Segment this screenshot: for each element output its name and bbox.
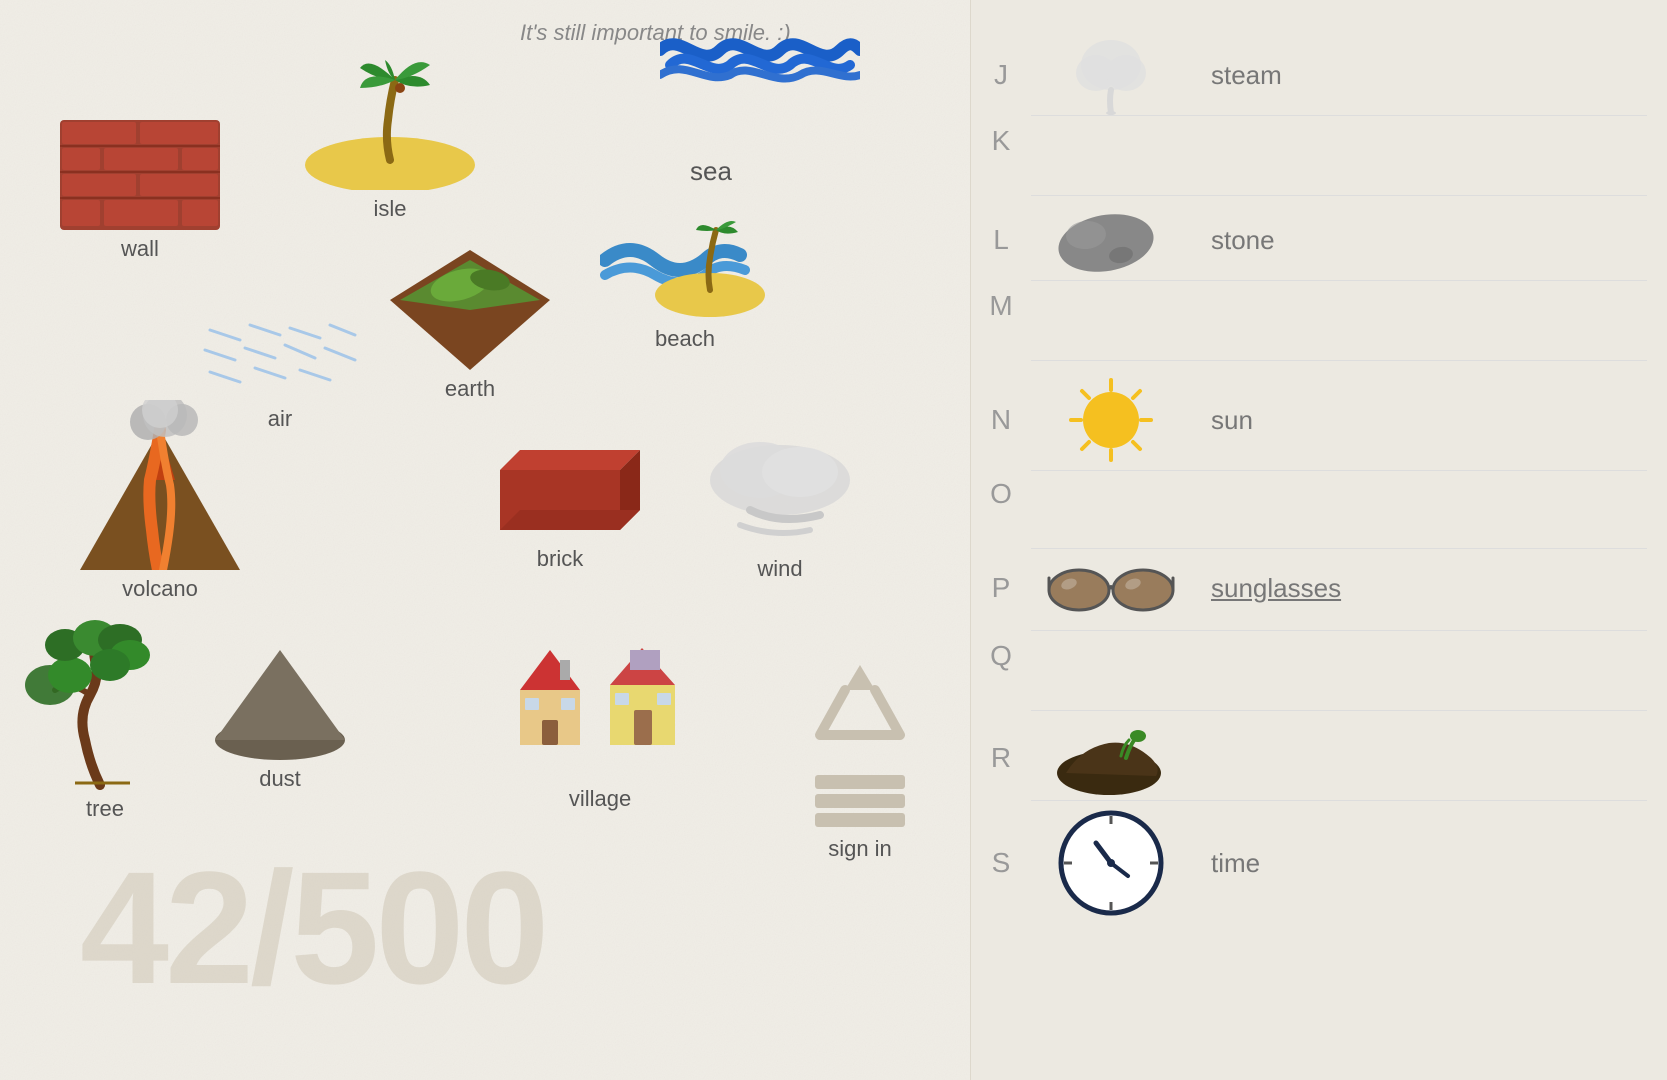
divider-p bbox=[1031, 630, 1647, 631]
wall-icon bbox=[60, 120, 220, 230]
sunglasses-label: sunglasses bbox=[1191, 573, 1341, 604]
volcano-label: volcano bbox=[122, 576, 198, 602]
divider-j bbox=[1031, 115, 1647, 116]
sea-item: sea bbox=[690, 150, 732, 187]
sidebar-row-r: R bbox=[971, 718, 1667, 798]
score-display: 42/500 bbox=[80, 836, 545, 1020]
wave-icon bbox=[660, 10, 860, 90]
tree-icon bbox=[20, 620, 190, 790]
wind-item: wind bbox=[700, 430, 860, 582]
earth-item: earth bbox=[390, 230, 550, 402]
sidebar-letter-p: P bbox=[971, 572, 1031, 604]
sidebar-letter-j: J bbox=[971, 59, 1031, 91]
sidebar-icon-sunglasses bbox=[1031, 558, 1191, 618]
sidebar-icon-sun bbox=[1031, 370, 1191, 470]
sun-label: sun bbox=[1191, 405, 1253, 436]
divider-n bbox=[1031, 470, 1647, 471]
tree-label: tree bbox=[86, 796, 124, 822]
sidebar-letter-q: Q bbox=[971, 640, 1031, 672]
sidebar-letter-l: L bbox=[971, 224, 1031, 256]
time-label: time bbox=[1191, 848, 1260, 879]
signin-item: sign in bbox=[800, 650, 920, 862]
time-icon bbox=[1056, 808, 1166, 918]
sidebar-icon-time bbox=[1031, 808, 1191, 918]
sidebar-row-j: J steam bbox=[971, 35, 1667, 115]
volcano-item: volcano bbox=[70, 400, 250, 602]
tree-item: tree bbox=[20, 620, 190, 822]
wall-label: wall bbox=[121, 236, 159, 262]
brick-label: brick bbox=[537, 546, 583, 572]
sidebar-letter-k: K bbox=[971, 125, 1031, 157]
wall-item: wall bbox=[60, 120, 220, 262]
village-label: village bbox=[569, 786, 631, 812]
sidebar-letter-n: N bbox=[971, 404, 1031, 436]
beach-item: beach bbox=[600, 200, 770, 352]
divider-r bbox=[1031, 800, 1647, 801]
menu-lines-icon bbox=[810, 770, 910, 830]
divider-q bbox=[1031, 710, 1647, 711]
sidebar-row-s: S time bbox=[971, 808, 1667, 918]
sea-label: sea bbox=[690, 156, 732, 187]
signin-label: sign in bbox=[828, 836, 892, 862]
sidebar-row-m: M bbox=[971, 290, 1667, 322]
brick-item: brick bbox=[480, 440, 640, 572]
recycle-icon bbox=[800, 650, 920, 770]
wave-item bbox=[660, 10, 860, 106]
steam-icon bbox=[1061, 35, 1161, 115]
sunglasses-icon bbox=[1041, 558, 1181, 618]
isle-label: isle bbox=[373, 196, 406, 222]
sidebar-row-o: O bbox=[971, 478, 1667, 510]
sidebar-row-k: K bbox=[971, 125, 1667, 157]
sidebar-row-q: Q bbox=[971, 640, 1667, 672]
steam-label: steam bbox=[1191, 60, 1282, 91]
sidebar-row-p: P sunglasses bbox=[971, 558, 1667, 618]
isle-icon bbox=[300, 60, 480, 190]
air-icon bbox=[200, 320, 360, 400]
stone-label: stone bbox=[1191, 225, 1275, 256]
divider-o bbox=[1031, 548, 1647, 549]
isle-item: isle bbox=[300, 60, 480, 222]
sidebar-letter-r: R bbox=[971, 742, 1031, 774]
sidebar-icon-swamp bbox=[1031, 718, 1191, 798]
village-item: village bbox=[500, 620, 700, 812]
swamp-icon bbox=[1051, 718, 1171, 798]
sidebar-letter-s: S bbox=[971, 847, 1031, 879]
sidebar-letter-o: O bbox=[971, 478, 1031, 510]
sidebar: J steam K L bbox=[970, 0, 1667, 1080]
dust-label: dust bbox=[259, 766, 301, 792]
air-label: air bbox=[268, 406, 292, 432]
dust-icon bbox=[210, 640, 350, 760]
brick-icon bbox=[480, 440, 640, 540]
dust-item: dust bbox=[210, 640, 350, 792]
beach-icon bbox=[600, 200, 770, 320]
divider-l bbox=[1031, 280, 1647, 281]
divider-m bbox=[1031, 360, 1647, 361]
stone-icon bbox=[1056, 205, 1166, 275]
main-area: It's still important to smile. :) bbox=[0, 0, 970, 1080]
sidebar-icon-stone bbox=[1031, 205, 1191, 275]
village-icon bbox=[500, 620, 700, 780]
earth-label: earth bbox=[445, 376, 495, 402]
sidebar-letter-m: M bbox=[971, 290, 1031, 322]
volcano-icon bbox=[70, 400, 250, 570]
divider-k bbox=[1031, 195, 1647, 196]
sidebar-icon-steam bbox=[1031, 35, 1191, 115]
earth-icon bbox=[390, 230, 550, 370]
wind-icon bbox=[700, 430, 860, 550]
beach-label: beach bbox=[655, 326, 715, 352]
wind-label: wind bbox=[757, 556, 802, 582]
sidebar-row-l: L stone bbox=[971, 205, 1667, 275]
sun-icon bbox=[1061, 370, 1161, 470]
sidebar-row-n: N sun bbox=[971, 370, 1667, 470]
